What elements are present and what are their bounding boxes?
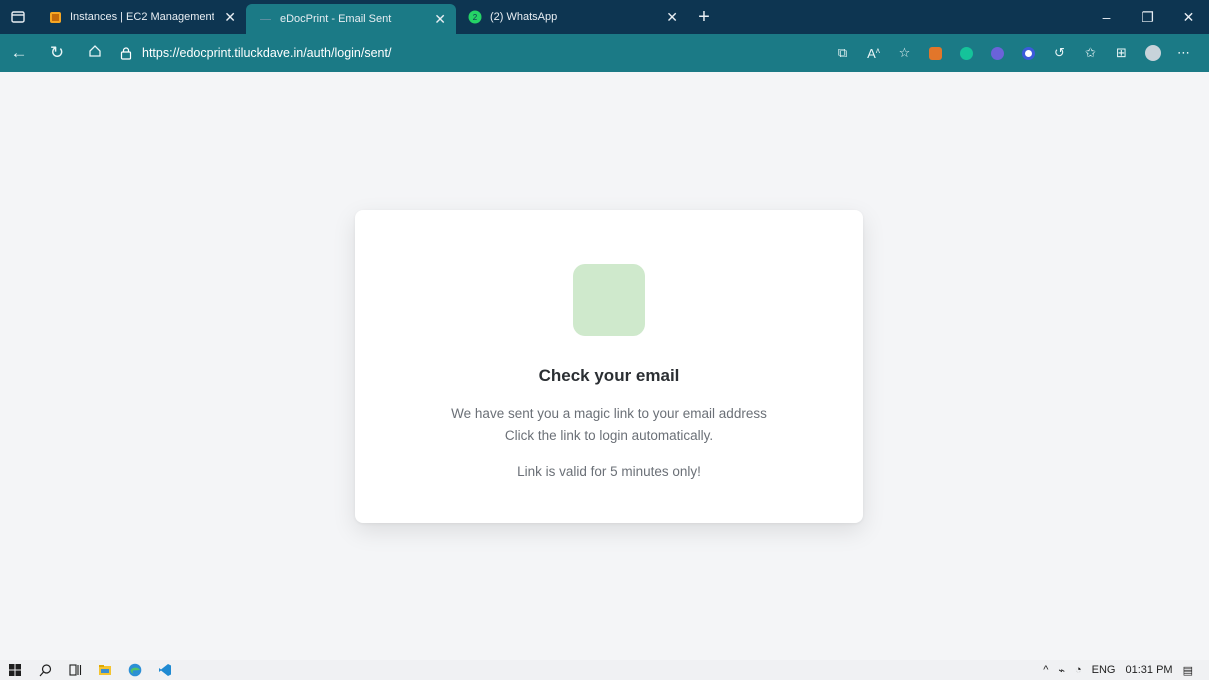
extension-fox-icon[interactable] — [920, 46, 951, 60]
windows-logo-icon — [9, 664, 21, 676]
profile-avatar-icon[interactable] — [1137, 45, 1168, 61]
extension-record-icon[interactable] — [1013, 46, 1044, 60]
minimize-icon: – — [1102, 9, 1111, 25]
tab-title: eDocPrint - Email Sent — [280, 13, 392, 25]
close-icon: ✕ — [1182, 8, 1195, 25]
tab-ec2[interactable]: Instances | EC2 Management Co ✕ — [36, 0, 246, 34]
url-text: https://edocprint.tiluckdave.in/auth/log… — [142, 46, 392, 60]
back-arrow-icon: ← — [10, 43, 28, 62]
new-tab-button[interactable]: + — [688, 0, 720, 34]
tab-whatsapp[interactable]: 2 (2) WhatsApp ✕ — [456, 0, 688, 34]
extension-eye-icon[interactable] — [982, 46, 1013, 60]
minimize-button[interactable]: – — [1086, 0, 1127, 34]
refresh-button[interactable]: ↻ — [38, 43, 76, 63]
network-icon[interactable]: ⌁ — [1058, 664, 1065, 677]
collections-icon[interactable]: ⊞ — [1106, 45, 1137, 61]
favorites-list-icon[interactable]: ✩ — [1075, 45, 1106, 61]
address-bar[interactable]: https://edocprint.tiluckdave.in/auth/log… — [120, 39, 720, 67]
plus-icon: + — [698, 5, 710, 28]
edge-icon — [128, 663, 142, 677]
system-tray: ^ ⌁ ◔ ENG 01:31 PM ▤ — [1043, 664, 1209, 677]
home-button[interactable] — [76, 43, 114, 63]
mail-illustration-tile — [573, 264, 645, 336]
favorite-star-icon[interactable]: ☆ — [889, 45, 920, 61]
start-button[interactable] — [0, 664, 30, 676]
clock[interactable]: 01:31 PM — [1126, 664, 1173, 676]
login-instruction: Click the link to login automatically. — [504, 428, 714, 443]
edge-browser-button[interactable] — [120, 663, 150, 677]
refresh-icon: ↻ — [49, 43, 65, 62]
back-button[interactable]: ← — [0, 43, 38, 63]
window-controls: – ❐ ✕ — [1086, 0, 1209, 34]
wifi-icon[interactable]: ◔ — [1075, 664, 1082, 676]
svg-text:2: 2 — [473, 13, 478, 22]
tab-edocprint[interactable]: eDocPrint - Email Sent ✕ — [246, 4, 456, 34]
whatsapp-icon: 2 — [468, 10, 482, 24]
vscode-icon — [159, 664, 171, 676]
close-tab-icon[interactable]: ✕ — [434, 11, 446, 28]
tab-actions-button[interactable] — [0, 0, 36, 34]
chevron-up-icon[interactable]: ^ — [1043, 664, 1048, 676]
task-view-button[interactable] — [60, 664, 90, 676]
vscode-button[interactable] — [150, 663, 180, 677]
page-favicon-icon — [258, 12, 272, 26]
browser-tab-strip: Instances | EC2 Management Co ✕ eDocPrin… — [0, 0, 1209, 34]
home-icon — [89, 45, 101, 57]
restore-icon: ❐ — [1141, 8, 1154, 25]
magic-link-message: We have sent you a magic link to your em… — [451, 406, 767, 421]
search-icon — [39, 663, 51, 676]
close-window-button[interactable]: ✕ — [1168, 0, 1209, 34]
language-indicator[interactable]: ENG — [1092, 664, 1116, 676]
tab-actions-icon — [11, 11, 25, 23]
read-aloud-icon[interactable]: Aʌ — [858, 46, 889, 61]
browser-toolbar: ← ↻ https://edocprint.tiluckdave.in/auth… — [0, 34, 1209, 72]
close-tab-icon[interactable]: ✕ — [224, 9, 236, 26]
aws-cube-icon — [48, 10, 62, 24]
task-view-icon — [68, 664, 81, 676]
restore-button[interactable]: ❐ — [1127, 0, 1168, 34]
card-title: Check your email — [538, 366, 680, 385]
tab-title: Instances | EC2 Management Co — [70, 11, 215, 23]
file-explorer-button[interactable] — [90, 664, 120, 676]
lock-icon — [120, 46, 132, 60]
toolbar-extensions: ⧉ Aʌ ☆ ↺ ✩ ⊞ ⋯ — [827, 45, 1209, 61]
open-in-app-icon[interactable]: ⧉ — [827, 45, 858, 61]
email-sent-card: Check your email We have sent you a magi… — [355, 210, 863, 523]
close-tab-icon[interactable]: ✕ — [666, 9, 678, 26]
refresh-extension-icon[interactable]: ↺ — [1044, 45, 1075, 61]
notifications-icon[interactable]: ▤ — [1183, 664, 1193, 677]
folder-icon — [99, 665, 111, 675]
search-button[interactable] — [30, 663, 60, 677]
link-validity-note: Link is valid for 5 minutes only! — [517, 464, 701, 479]
page-content: Check your email We have sent you a magi… — [0, 72, 1209, 660]
windows-taskbar: ^ ⌁ ◔ ENG 01:31 PM ▤ — [0, 660, 1209, 680]
tab-title: (2) WhatsApp — [490, 11, 558, 23]
grammarly-icon[interactable] — [951, 46, 982, 60]
more-menu-icon[interactable]: ⋯ — [1168, 45, 1199, 61]
